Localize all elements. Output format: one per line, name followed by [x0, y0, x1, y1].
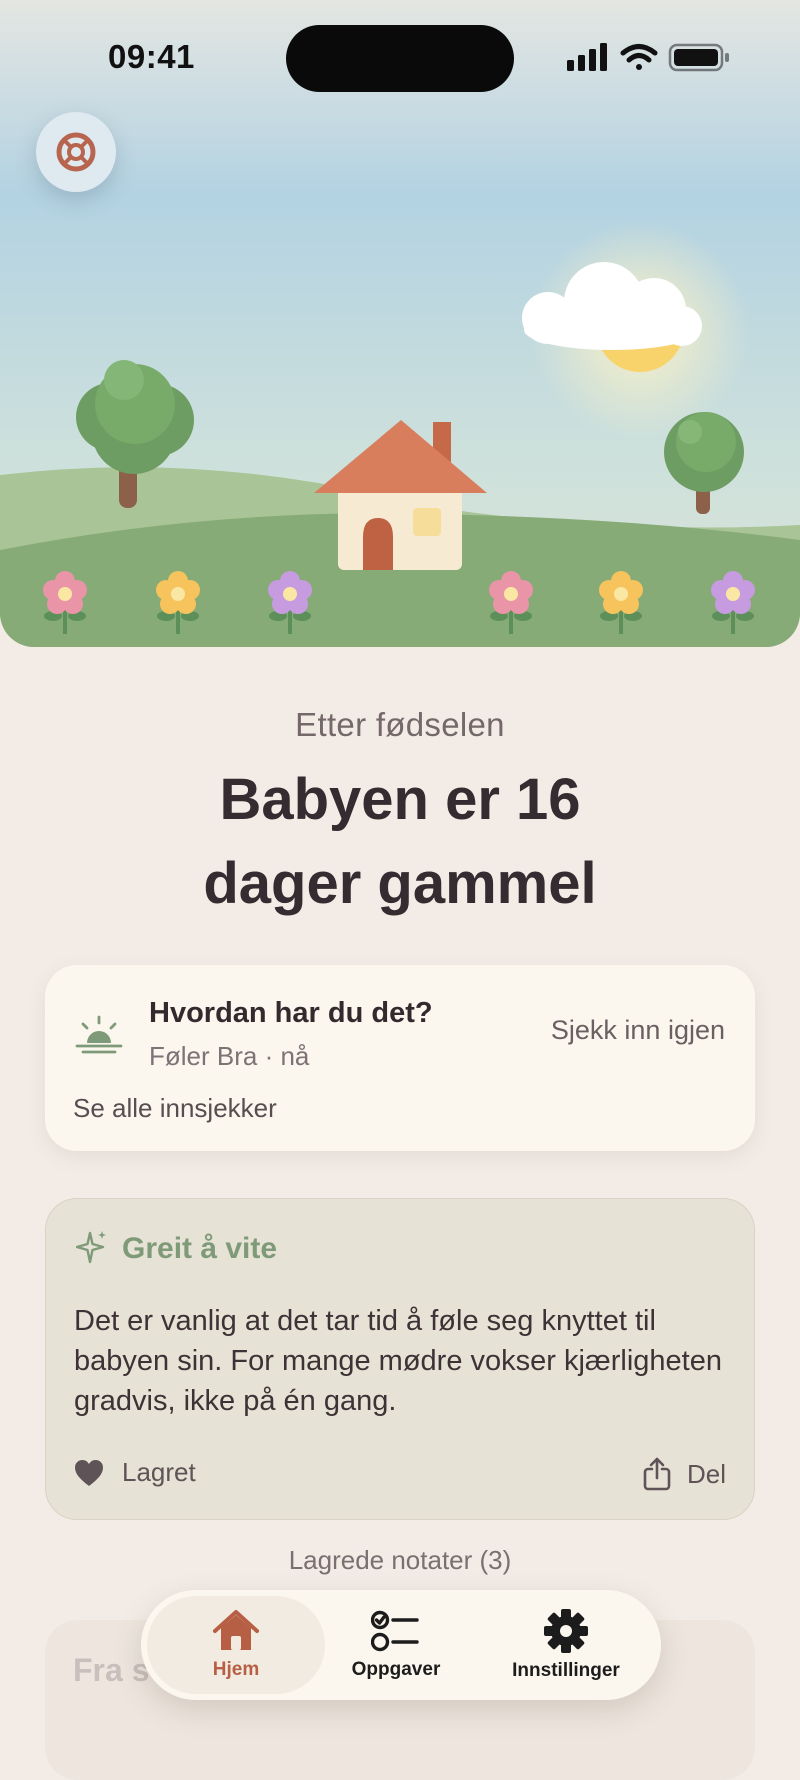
status-time: 09:41: [108, 38, 195, 75]
status-bar: 09:41: [0, 0, 800, 110]
checkin-again-button[interactable]: Sjekk inn igjen: [551, 1015, 725, 1046]
see-all-checkins-link[interactable]: Se alle innsjekker: [73, 1093, 277, 1124]
lifebuoy-icon: [56, 132, 96, 172]
checklist-icon: [371, 1610, 419, 1652]
share-label: Del: [686, 1458, 726, 1489]
next-card-title: Fra s: [73, 1652, 150, 1688]
checkin-card[interactable]: Hvordan har du det? Føler Bra · nå Sjekk…: [45, 965, 755, 1151]
tab-bar: Hjem Oppgaver Innstillinger: [141, 1590, 661, 1700]
saved-label: Lagret: [122, 1457, 196, 1487]
tip-card: Greit å vite Det er vanlig at det tar ti…: [45, 1198, 755, 1520]
tab-home-label: Hjem: [212, 1659, 260, 1680]
gear-icon: [544, 1609, 588, 1653]
signal-icon: [567, 43, 607, 71]
phase-subtitle: Etter fødselen: [295, 706, 505, 743]
sparkle-icon: [75, 1229, 108, 1272]
tab-home[interactable]: Hjem: [147, 1596, 325, 1694]
dynamic-island: [286, 25, 514, 92]
share-icon: [643, 1457, 671, 1491]
page-title: Babyen er 16 dager gammel: [100, 758, 700, 926]
help-button[interactable]: [36, 112, 116, 192]
share-button[interactable]: Del: [643, 1457, 726, 1491]
home-icon: [213, 1610, 259, 1650]
tab-settings[interactable]: Innstillinger: [481, 1596, 651, 1694]
tip-body: Det er vanlig at det tar tid å føle seg …: [74, 1305, 722, 1417]
tab-tasks-label: Oppgaver: [351, 1659, 441, 1680]
heart-icon: [75, 1459, 103, 1486]
sunrise-icon: [75, 1015, 123, 1060]
battery-icon: [668, 43, 729, 72]
tip-title: Greit å vite: [122, 1232, 278, 1265]
title-line-2: dager gammel: [203, 851, 597, 916]
saved-button[interactable]: Lagret: [74, 1457, 196, 1488]
checkin-status: Føler Bra · nå: [149, 1041, 310, 1071]
tab-tasks[interactable]: Oppgaver: [321, 1596, 471, 1694]
saved-notes-link[interactable]: Lagrede notater (3): [0, 1545, 800, 1576]
tab-settings-label: Innstillinger: [512, 1660, 620, 1681]
status-icons: [565, 40, 735, 80]
checkin-question: Hvordan har du det?: [149, 997, 433, 1029]
wifi-icon: [620, 44, 658, 70]
title-line-1: Babyen er 16: [219, 767, 581, 832]
